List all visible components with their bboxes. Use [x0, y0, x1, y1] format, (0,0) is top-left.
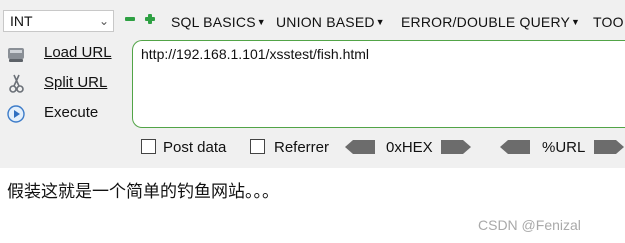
post-data-label: Post data [163, 139, 227, 156]
url-input[interactable]: http://192.168.1.101/xsstest/fish.html [132, 40, 625, 128]
hex-button-label: 0xHEX [386, 139, 433, 156]
menu-sql-basics-label: SQL BASICS [171, 14, 256, 30]
execute-label: Execute [44, 104, 99, 121]
chevron-down-icon: ⌄ [98, 14, 109, 28]
load-url-button[interactable]: Load URL [6, 40, 124, 66]
injection-type-value: INT [10, 13, 33, 29]
menu-tools-label: TOO [593, 14, 624, 30]
scissors-icon [9, 74, 24, 93]
watermark: CSDN @Fenizal [478, 217, 581, 233]
minus-icon[interactable] [124, 13, 136, 25]
referrer-checkbox[interactable] [250, 139, 265, 154]
load-url-label: Load URL [44, 44, 112, 61]
execute-button[interactable]: Execute [6, 100, 124, 126]
hex-decode-arrow-icon[interactable] [345, 140, 375, 154]
menu-caret-icon: ▼ [375, 17, 385, 27]
post-data-checkbox[interactable] [141, 139, 156, 154]
menu-error-double-query[interactable]: ERROR/DOUBLE QUERY▼ [401, 12, 580, 32]
menu-caret-icon: ▼ [256, 17, 266, 27]
play-icon [7, 105, 25, 123]
menu-tools[interactable]: TOO [593, 12, 624, 32]
menu-sql-basics[interactable]: SQL BASICS▼ [171, 12, 266, 32]
url-decode-arrow-icon[interactable] [500, 140, 530, 154]
split-url-button[interactable]: Split URL [6, 70, 124, 96]
split-url-label: Split URL [44, 74, 108, 91]
injection-type-select[interactable]: INT ⌄ [3, 10, 114, 32]
url-encode-arrow-icon[interactable] [594, 140, 624, 154]
menu-union-based[interactable]: UNION BASED▼ [276, 12, 385, 32]
hackbar-toolbar: INT ⌄ SQL BASICS▼ UNION BASED▼ ERROR/DOU… [0, 0, 625, 168]
menu-union-based-label: UNION BASED [276, 14, 375, 30]
hex-encode-arrow-icon[interactable] [441, 140, 471, 154]
referrer-label: Referrer [274, 139, 330, 156]
page-body-text: 假装这就是一个简单的钓鱼网站。。。 [7, 182, 279, 202]
plus-icon[interactable] [144, 13, 156, 25]
load-url-icon [8, 48, 24, 62]
menu-error-double-query-label: ERROR/DOUBLE QUERY [401, 14, 571, 30]
menu-caret-icon: ▼ [571, 17, 581, 27]
url-value: http://192.168.1.101/xsstest/fish.html [141, 46, 370, 62]
url-button-label: %URL [542, 139, 586, 156]
